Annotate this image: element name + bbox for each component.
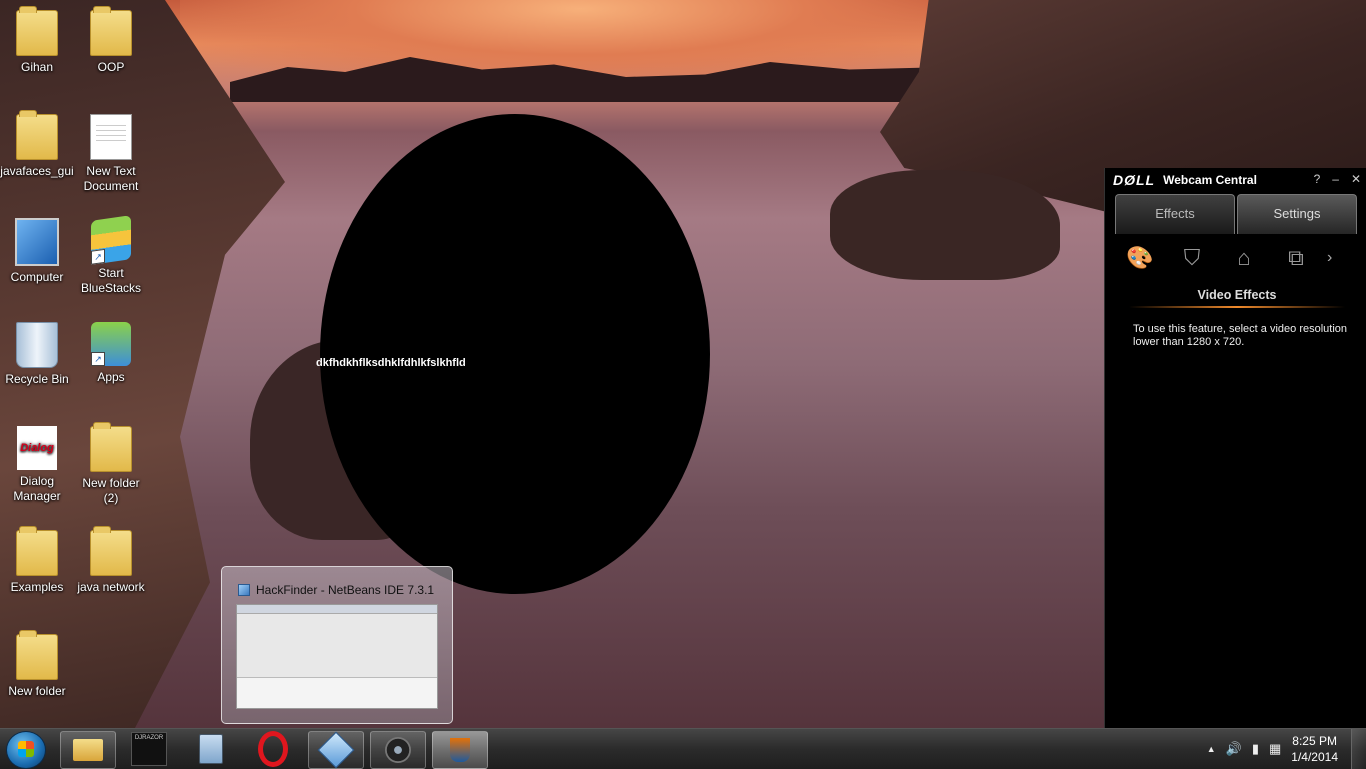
desktop-icon-label: Apps [97, 370, 125, 384]
black-oval-window[interactable] [320, 114, 710, 594]
clock-date: 1/4/2014 [1291, 750, 1338, 764]
desktop-icon-label: New folder [8, 684, 66, 698]
desktop-icon-label: Dialog Manager [13, 474, 61, 503]
help-button[interactable]: ? [1314, 172, 1321, 186]
desktop-icon-computer[interactable]: Computer [0, 212, 74, 285]
desktop-icon-javafaces-gui[interactable]: javafaces_gui [0, 108, 74, 179]
dialog-logo-text: Dialog [20, 442, 54, 454]
dell-logo: DØLL [1113, 172, 1156, 188]
thumbnail-title: HackFinder - NetBeans IDE 7.3.1 [238, 583, 434, 597]
desktop-icon-label: New Text Document [83, 164, 139, 193]
webcam-tabs: Effects Settings [1115, 194, 1357, 234]
taskbar-netbeans[interactable] [308, 731, 364, 769]
chevron-right-icon[interactable]: › [1327, 249, 1332, 267]
taskbar-sinhala-app[interactable]: DJRAZOR [122, 731, 176, 767]
webcam-central-panel: DØLL Webcam Central ? – ✕ Effects Settin… [1104, 168, 1366, 728]
calculator-icon [199, 734, 223, 764]
folder-icon [90, 526, 132, 576]
desktop-icon-start-bluestacks[interactable]: ↗ Start BlueStacks [74, 212, 148, 296]
effects-toolbar: 🎨 ⛉ ⌂ ⧉ › [1125, 240, 1361, 276]
palette-icon[interactable]: 🎨 [1125, 243, 1155, 273]
taskbar-webcam[interactable] [370, 731, 426, 769]
show-hidden-icons-button[interactable]: ▲ [1207, 744, 1216, 754]
mask-icon[interactable]: ⛉ [1177, 243, 1207, 273]
show-desktop-button[interactable] [1351, 729, 1366, 769]
network-icon[interactable]: ▦ [1269, 741, 1281, 757]
power-icon[interactable]: ▮ [1252, 741, 1259, 757]
bluestacks-icon: ↗ [91, 215, 131, 265]
webcam-icon [385, 737, 411, 763]
taskbar: DJRAZOR ▲ 🔊 ▮ ▦ 8:25 PM 1/4/2014 [0, 728, 1366, 769]
taskbar-opera[interactable] [246, 731, 300, 767]
netbeans-icon [238, 584, 250, 596]
desktop-icon-label: Computer [10, 270, 64, 284]
java-icon [450, 738, 470, 762]
file-explorer-icon [73, 739, 103, 761]
volume-icon[interactable]: 🔊 [1226, 741, 1242, 757]
netbeans-icon [317, 731, 355, 769]
desktop-icon-new-text-document[interactable]: New Text Document [74, 108, 148, 194]
minimize-button[interactable]: – [1332, 172, 1339, 186]
computer-icon [15, 218, 59, 266]
desktop-icon-label: OOP [97, 60, 125, 74]
desktop-icon-oop[interactable]: OOP [74, 4, 148, 75]
resolution-message: To use this feature, select a video reso… [1133, 323, 1348, 348]
tab-effects[interactable]: Effects [1115, 194, 1235, 234]
desktop-icon-apps[interactable]: ↗ Apps [74, 316, 148, 385]
system-tray: ▲ 🔊 ▮ ▦ 8:25 PM 1/4/2014 [1207, 729, 1366, 769]
recycle-bin-icon [16, 322, 58, 368]
folder-icon [90, 6, 132, 56]
shortcut-arrow-icon: ↗ [91, 352, 105, 366]
desktop-icon-label: Recycle Bin [5, 372, 69, 386]
start-button[interactable] [6, 731, 46, 769]
desktop-icon-label: Start BlueStacks [80, 266, 142, 295]
desktop-icon-java-network[interactable]: java network [74, 524, 148, 595]
right-rocks [830, 170, 1060, 280]
taskbar-calculator[interactable] [184, 731, 238, 767]
desktop-icon-label: Examples [10, 580, 64, 594]
taskbar-thumbnail-preview[interactable]: HackFinder - NetBeans IDE 7.3.1 [221, 566, 453, 724]
sinhala-app-text: DJRAZOR [134, 735, 164, 741]
desktop-icon-new-folder[interactable]: New folder [0, 628, 74, 699]
desktop-icon-gihan[interactable]: Gihan [0, 4, 74, 75]
folder-icon [16, 630, 58, 680]
thumbnail-window-image [236, 604, 438, 709]
thumbnail-title-text: HackFinder - NetBeans IDE 7.3.1 [256, 583, 435, 597]
windows-logo-icon [18, 741, 34, 757]
taskbar-java[interactable] [432, 731, 488, 769]
folder-icon [16, 526, 58, 576]
desktop-icon-label: java network [77, 580, 145, 594]
overlay-icon[interactable]: ⧉ [1281, 243, 1311, 273]
tab-settings[interactable]: Settings [1237, 194, 1357, 234]
desktop-icon-dialog-manager[interactable]: Dialog Dialog Manager [0, 420, 74, 504]
text-document-icon [90, 114, 132, 160]
oval-text: dkfhdkhflksdhklfdhlkfslkhfld [316, 357, 466, 369]
webcam-window-controls: ? – ✕ [1314, 172, 1361, 186]
folder-icon [16, 110, 58, 160]
desktop-icon-examples[interactable]: Examples [0, 524, 74, 595]
shortcut-arrow-icon: ↗ [91, 248, 105, 265]
desktop-icon-label: New folder (2) [82, 476, 140, 505]
user-folder-icon [16, 6, 58, 56]
section-title: Video Effects [1197, 288, 1277, 302]
presentation-icon[interactable]: ⌂ [1229, 243, 1259, 273]
webcam-title: Webcam Central [1163, 173, 1257, 187]
desktop-icon-label: Gihan [20, 60, 54, 74]
desktop-icon-recycle-bin[interactable]: Recycle Bin [0, 316, 74, 387]
desktop-icon-label: javafaces_gui [0, 164, 74, 178]
folder-icon [90, 422, 132, 472]
dialog-icon: Dialog [17, 426, 57, 470]
desktop-icon-new-folder-2[interactable]: New folder (2) [74, 420, 148, 506]
clock[interactable]: 8:25 PM 1/4/2014 [1291, 733, 1338, 765]
close-button[interactable]: ✕ [1351, 172, 1361, 186]
clock-time: 8:25 PM [1292, 734, 1337, 748]
taskbar-file-explorer[interactable] [60, 731, 116, 769]
sinhala-app-icon: DJRAZOR [131, 732, 167, 766]
opera-icon [258, 731, 288, 767]
apps-icon: ↗ [91, 322, 131, 366]
section-divider [1129, 306, 1345, 308]
